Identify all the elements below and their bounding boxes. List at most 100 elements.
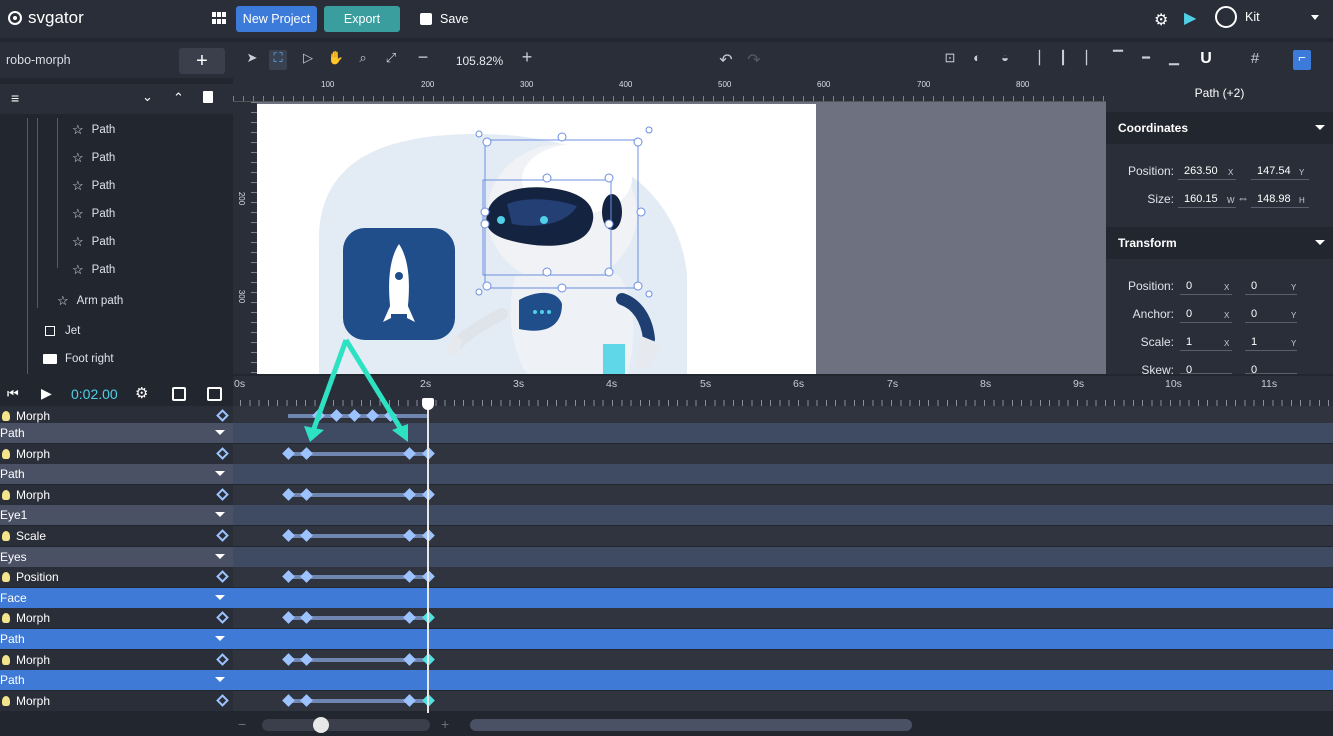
trash-icon[interactable] [203, 91, 213, 103]
keyframe-toggle-icon[interactable] [216, 693, 229, 707]
timeline-track[interactable] [233, 670, 1333, 691]
timeline-group-row[interactable]: Path [0, 629, 1333, 649]
collapse-up-icon[interactable]: ⌃ [173, 90, 184, 106]
keyframe-diamond[interactable] [300, 487, 313, 501]
layers-menu-icon[interactable]: ≡ [11, 90, 19, 106]
align-top-icon[interactable]: ▔ [1109, 50, 1127, 70]
row-label[interactable]: Path [0, 670, 233, 691]
layer-arm-path[interactable]: ☆ Arm path [57, 288, 123, 314]
keyframe-diamond[interactable] [282, 529, 295, 542]
apps-grid-icon[interactable] [212, 12, 226, 24]
lightbulb-icon[interactable] [2, 411, 10, 421]
timeline-track[interactable] [233, 587, 1333, 608]
align-center-icon[interactable]: ┃ [1054, 50, 1072, 70]
keyframe-diamond[interactable] [300, 611, 313, 625]
layer-path-6[interactable]: ☆ Path [72, 257, 115, 283]
layer-path-2[interactable]: ☆ Path [72, 145, 115, 171]
transform-tool-icon[interactable]: ⛶ [269, 50, 287, 70]
export-button[interactable]: Export [324, 6, 400, 32]
timeline-track[interactable] [233, 546, 1333, 567]
lightbulb-icon[interactable] [2, 531, 10, 541]
layer-foot-right[interactable]: Foot right [43, 346, 114, 372]
app-logo[interactable]: svgator [6, 8, 84, 28]
row-label[interactable]: Path [0, 464, 233, 485]
keyframe-diamond[interactable] [403, 652, 416, 666]
keyframe-toggle-icon[interactable] [216, 446, 229, 460]
anchor-y[interactable]: 0 [1245, 305, 1297, 323]
undo-icon[interactable]: ↶ [717, 50, 735, 70]
lightbulb-icon[interactable] [2, 448, 10, 459]
keyframe-diamond[interactable] [282, 570, 295, 584]
keyframe-toggle-icon[interactable] [216, 487, 229, 501]
magnet-snap-icon[interactable]: U [1197, 50, 1215, 70]
lightbulb-icon[interactable] [2, 613, 10, 624]
timeline-group-row[interactable]: Path [0, 670, 1333, 691]
keyframe-diamond[interactable] [403, 529, 416, 542]
timeline-track[interactable] [233, 690, 1333, 711]
row-label[interactable]: Path [0, 629, 233, 649]
keyframe-diamond[interactable] [403, 570, 416, 584]
settings-gear-icon[interactable]: ⚙ [1154, 10, 1168, 30]
group-frame-icon[interactable]: ⊡ [941, 50, 959, 70]
timeline-group-row[interactable]: Path [0, 464, 1333, 485]
caret-down-icon[interactable] [215, 677, 225, 683]
redo-icon[interactable]: ↷ [745, 50, 763, 70]
timeline-property-row[interactable]: Scale [0, 526, 1333, 546]
new-project-button[interactable]: New Project [236, 6, 317, 32]
save-button[interactable]: Save [420, 6, 469, 32]
row-label[interactable]: Face [0, 587, 233, 608]
node-tool-icon[interactable]: ▷ [299, 50, 317, 70]
timeline-track[interactable] [233, 526, 1333, 546]
playhead[interactable] [427, 398, 429, 713]
keyframe-diamond[interactable] [282, 693, 295, 707]
timeline-track[interactable] [233, 567, 1333, 588]
keyframe-diamond[interactable] [282, 446, 295, 460]
align-middle-icon[interactable]: ━ [1137, 50, 1155, 70]
project-name[interactable]: robo-morph [6, 53, 71, 67]
timeline-track[interactable] [233, 629, 1333, 649]
timeline-track[interactable] [233, 649, 1333, 670]
zoom-out-icon[interactable]: − [414, 47, 432, 67]
caret-down-icon[interactable] [215, 512, 225, 518]
row-label[interactable]: Position [0, 567, 233, 588]
hand-tool-icon[interactable]: ✋ [327, 50, 345, 70]
timeline-property-row[interactable]: Morph [0, 690, 1333, 711]
align-left-icon[interactable]: ▕ [1026, 50, 1044, 70]
keyframe-diamond[interactable] [282, 487, 295, 501]
layer-path-1[interactable]: ☆ Path [72, 117, 115, 143]
caret-down-icon[interactable] [215, 430, 225, 435]
timeline-track[interactable] [233, 464, 1333, 485]
user-chevron-down-icon[interactable] [1311, 15, 1319, 20]
keyframe-toggle-icon[interactable] [216, 652, 229, 666]
lightbulb-icon[interactable] [2, 489, 10, 500]
row-label[interactable]: Scale [0, 526, 233, 546]
timeline-track[interactable] [233, 484, 1333, 505]
timeline-group-row[interactable]: Eye1 [0, 505, 1333, 526]
timeline-zoom-slider[interactable] [262, 719, 430, 731]
row-label[interactable]: Morph [0, 443, 233, 464]
ruler-guides-icon[interactable]: ⌐ [1293, 50, 1311, 70]
align-bottom-icon[interactable]: ▁ [1165, 50, 1183, 70]
timeline-zoom-thumb[interactable] [313, 717, 329, 733]
timeline-property-row[interactable]: Morph [0, 484, 1333, 505]
timeline-view-icon[interactable] [207, 387, 222, 401]
transform-section-header[interactable]: Transform [1106, 227, 1333, 259]
lightbulb-icon[interactable] [2, 572, 10, 583]
timeline-group-row[interactable]: Path [0, 423, 1333, 443]
playhead-handle[interactable] [422, 398, 434, 410]
keyframe-toggle-icon[interactable] [216, 570, 229, 584]
row-label[interactable]: Morph [0, 608, 233, 629]
timeline-track[interactable] [233, 505, 1333, 526]
skew-x[interactable]: 0 [1180, 361, 1232, 374]
timeline-property-row[interactable]: Morph [0, 649, 1333, 670]
user-menu[interactable]: Kit [1215, 6, 1260, 28]
timeline-track[interactable] [233, 608, 1333, 629]
keyframe-toggle-icon[interactable] [216, 529, 229, 542]
keyframe-toggle-icon[interactable] [216, 409, 229, 422]
zoom-in-icon[interactable]: + [518, 47, 536, 67]
row-label[interactable]: Morph [0, 649, 233, 670]
caret-down-icon[interactable] [215, 471, 225, 477]
keyframe-diamond[interactable] [300, 570, 313, 584]
scale-y[interactable]: 1 [1245, 333, 1297, 351]
skew-y[interactable]: 0 [1245, 361, 1297, 374]
